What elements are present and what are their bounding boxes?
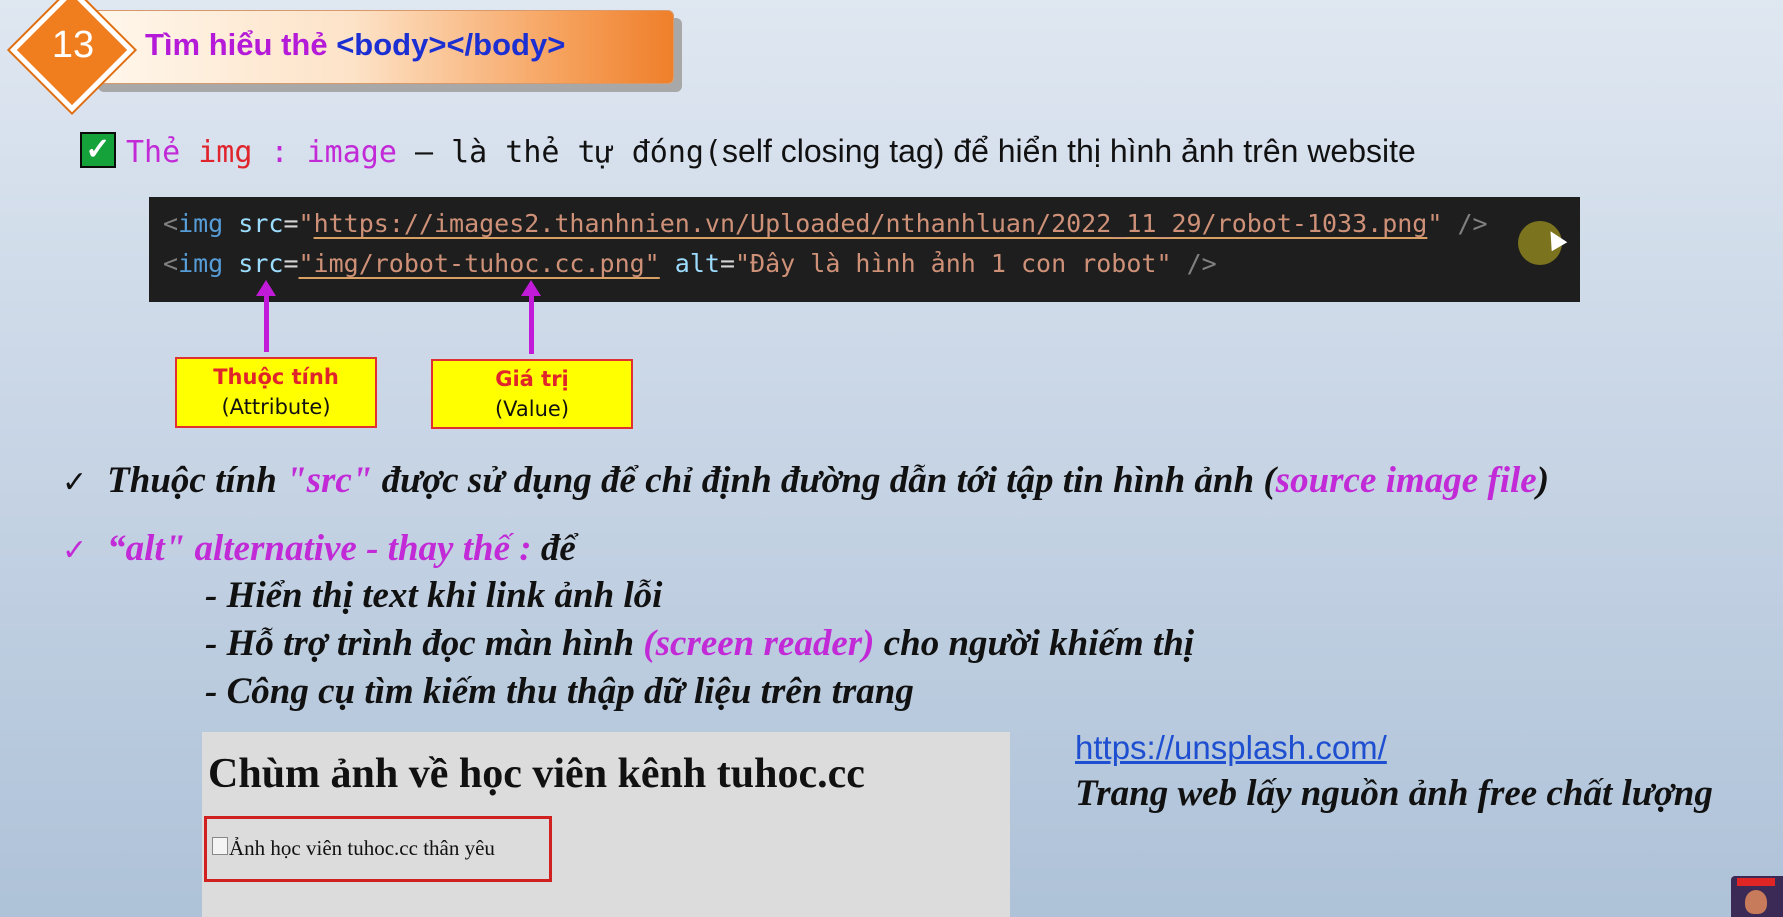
bullet-src-keyword: "src" bbox=[286, 460, 373, 501]
alt-use-2-text: cho người khiếm thị bbox=[874, 623, 1195, 664]
unsplash-link[interactable]: https://unsplash.com/ bbox=[1075, 729, 1387, 767]
bullet-alt-keyword: “alt" alternative - thay thế : bbox=[107, 528, 541, 569]
checkbox-icon: ✓ bbox=[80, 132, 116, 168]
code-attr-src: src bbox=[223, 249, 284, 278]
code-line-2: <img src="img/robot-tuhoc.cc.png" alt="Đ… bbox=[163, 249, 1217, 278]
bullet-src-text: Thuộc tính bbox=[107, 460, 287, 501]
code-tag: img bbox=[178, 209, 224, 238]
intro-colon: : bbox=[252, 135, 307, 170]
intro-image: image bbox=[306, 135, 397, 170]
attribute-label-en: (Attribute) bbox=[221, 395, 331, 419]
channel-avatar[interactable] bbox=[1731, 876, 1783, 917]
code-quote: " bbox=[298, 209, 314, 238]
broken-image: Ảnh học viên tuhoc.cc thân yêu bbox=[204, 816, 552, 882]
code-value-src: "img/robot-tuhoc.cc.png" bbox=[298, 249, 660, 278]
bullet-src-text: được sử dụng để chỉ định đường dẫn tới t… bbox=[372, 460, 1276, 501]
code-attr-alt: alt bbox=[659, 249, 720, 278]
preview-heading: Chùm ảnh về học viên kênh tuhoc.cc bbox=[208, 751, 865, 797]
alt-use-2-en: (screen reader) bbox=[643, 623, 875, 664]
avatar-face bbox=[1745, 890, 1767, 914]
alt-use-2-text: - Hỗ trợ trình đọc màn hình bbox=[205, 623, 644, 664]
section-number: 13 bbox=[51, 24, 95, 66]
intro-img: img bbox=[198, 135, 253, 170]
unsplash-description: Trang web lấy nguồn ảnh free chất lượng bbox=[1075, 773, 1713, 814]
value-label-en: (Value) bbox=[494, 397, 570, 421]
title-prefix: Tìm hiểu thẻ bbox=[145, 27, 337, 62]
browser-preview: Chùm ảnh về học viên kênh tuhoc.cc Ảnh h… bbox=[202, 732, 1010, 917]
bullet-src: ✓ Thuộc tính "src" được sử dụng để chỉ đị… bbox=[62, 459, 1549, 502]
subscribe-badge bbox=[1737, 878, 1775, 886]
alt-use-2: - Hỗ trợ trình đọc màn hình (screen read… bbox=[205, 622, 1194, 665]
value-label-vi: Giá trị bbox=[495, 367, 569, 391]
bullet-src-en: source image file bbox=[1275, 460, 1537, 501]
intro-desc: – là thẻ tự đóng( bbox=[396, 135, 723, 170]
code-quote: " bbox=[1427, 209, 1443, 238]
code-value: https://images2.thanhnien.vn/Uploaded/nt… bbox=[313, 209, 1428, 238]
title-tag: <body></body> bbox=[336, 27, 566, 62]
code-eq: = bbox=[283, 249, 299, 278]
code-close: /> bbox=[1171, 249, 1217, 278]
code-close: /> bbox=[1442, 209, 1488, 238]
check-icon: ✓ bbox=[62, 533, 88, 568]
intro-the: Thẻ bbox=[126, 135, 199, 170]
bullet-src-paren: ) bbox=[1536, 460, 1550, 501]
code-eq: = bbox=[719, 249, 736, 278]
section-title: Tìm hiểu thẻ <body></body> bbox=[145, 27, 565, 63]
value-label: Giá trị (Value) bbox=[431, 359, 633, 429]
alt-use-1: - Hiển thị text khi link ảnh lỗi bbox=[205, 575, 663, 616]
bullet-alt: ✓ “alt" alternative - thay thế : để bbox=[62, 527, 576, 570]
broken-image-icon bbox=[212, 837, 228, 855]
image-alt-text: Ảnh học viên tuhoc.cc thân yêu bbox=[229, 836, 495, 860]
bullet-alt-text: để bbox=[540, 528, 576, 569]
alt-use-3: - Công cụ tìm kiếm thu thập dữ liệu trên… bbox=[205, 671, 914, 712]
code-value-alt: "Đây là hình ảnh 1 con robot" bbox=[735, 249, 1172, 278]
attribute-label-vi: Thuộc tính bbox=[213, 365, 339, 389]
code-bracket: < bbox=[163, 209, 179, 238]
code-bracket: < bbox=[163, 249, 179, 278]
intro-desc-tail: self closing tag) để hiển thị hình ảnh t… bbox=[722, 133, 1416, 169]
check-icon: ✓ bbox=[62, 465, 88, 500]
section-banner: Tìm hiểu thẻ <body></body> bbox=[90, 10, 674, 84]
code-line-1: <img src="https://images2.thanhnien.vn/U… bbox=[163, 209, 1488, 238]
code-attr: src bbox=[223, 209, 284, 238]
arrow-up-icon bbox=[256, 280, 276, 352]
intro-text: Thẻ img : image – là thẻ tự đóng(self cl… bbox=[126, 132, 1416, 172]
code-tag: img bbox=[178, 249, 224, 278]
attribute-label: Thuộc tính (Attribute) bbox=[175, 357, 377, 428]
code-eq: = bbox=[283, 209, 299, 238]
arrow-up-icon bbox=[521, 280, 541, 354]
code-block: <img src="https://images2.thanhnien.vn/U… bbox=[149, 197, 1580, 302]
